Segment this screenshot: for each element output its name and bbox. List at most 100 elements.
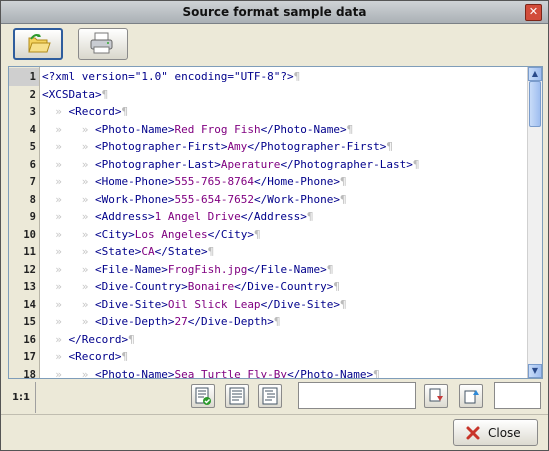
code-line: » » <Dive-Country>Bonaire</Dive-Country>…	[42, 278, 340, 296]
cursor-position: 1:1	[12, 392, 30, 403]
xml-tag: <Record>	[68, 350, 122, 363]
scrollbar-thumb[interactable]	[529, 81, 541, 127]
toolbar	[1, 24, 548, 64]
code-line: <?xml version="1.0" encoding="UTF-8"?>¶	[42, 68, 300, 86]
vertical-scrollbar[interactable]: ▲ ▼	[527, 67, 542, 378]
xml-tag: </File-Name>	[247, 262, 327, 276]
scroll-up-icon[interactable]: ▲	[528, 67, 542, 81]
code-line: » » <Dive-Site>Oil Slick Leap</Dive-Site…	[42, 296, 347, 314]
whitespace-marker: » »	[42, 210, 95, 223]
pilcrow-mark: ¶	[340, 297, 347, 311]
line-number: 18	[23, 368, 36, 379]
pilcrow-mark: ¶	[333, 280, 341, 293]
whitespace-marker: » »	[42, 367, 95, 379]
close-button[interactable]: Close	[453, 419, 538, 446]
scroll-down-icon[interactable]: ▼	[528, 364, 542, 378]
xml-tag: </Work-Phone>	[253, 192, 341, 206]
xml-value: 555-654-7652	[174, 192, 254, 206]
code-line: » » <Photographer-First>Amy</Photographe…	[42, 138, 393, 156]
whitespace-marker: »	[42, 105, 69, 118]
code-line: » » <Photo-Name>Sea Turtle Fly-By</Photo…	[42, 366, 380, 379]
xml-tag: </Dive-Country>	[234, 280, 334, 293]
code-line: » » <State>CA</State>¶	[42, 243, 214, 261]
pilcrow-mark: ¶	[346, 122, 354, 136]
close-icon[interactable]: ✕	[525, 4, 542, 21]
whitespace-marker: » »	[42, 192, 95, 206]
line-number: 17	[23, 351, 36, 363]
xml-tag: <XCSData>	[42, 87, 102, 101]
code-line: <XCSData>¶	[42, 86, 108, 104]
whitespace-marker: » »	[42, 227, 95, 241]
dialog-footer: Close	[1, 414, 548, 451]
xml-tag: </Dive-Site>	[260, 297, 341, 311]
printer-icon	[90, 32, 113, 54]
status-bar: 1:1	[1, 380, 548, 414]
line-number-input[interactable]	[494, 382, 541, 409]
open-file-button[interactable]	[13, 28, 63, 60]
whitespace-marker: » »	[42, 262, 95, 276]
xml-tag: <Dive-Depth>	[94, 315, 175, 328]
pilcrow-mark: ¶	[101, 87, 109, 101]
code-line: » » <Work-Phone>555-654-7652</Work-Phone…	[42, 191, 346, 209]
xml-tag: </Record>	[68, 332, 129, 346]
dialog-title: Source format sample data	[182, 5, 367, 19]
search-input[interactable]	[298, 382, 416, 409]
line-number: 10	[23, 228, 36, 241]
title-bar: Source format sample data ✕	[1, 1, 548, 24]
xml-value: 27	[174, 315, 188, 328]
xml-tag: <Photographer-First>	[94, 140, 228, 153]
print-button[interactable]	[78, 28, 128, 60]
whitespace-marker: » »	[42, 280, 95, 293]
xml-tag: <Dive-Country>	[94, 280, 188, 293]
pilcrow-mark: ¶	[293, 70, 301, 83]
xml-tag: <Photographer-Last>	[94, 157, 221, 171]
format-text-button[interactable]	[225, 384, 249, 408]
line-number: 4	[29, 123, 36, 136]
xml-tag: <State>	[94, 245, 142, 258]
whitespace-marker: » »	[42, 140, 95, 153]
indent-format-button[interactable]	[258, 384, 282, 408]
line-number: 5	[29, 141, 36, 153]
xml-tag: </Photo-Name>	[260, 122, 347, 136]
code-line: » » <Home-Phone>555-765-8764</Home-Phone…	[42, 173, 346, 191]
xml-tag: </Photographer-First>	[247, 140, 387, 153]
whitespace-marker: »	[42, 350, 69, 363]
line-number: 8	[29, 193, 36, 206]
validate-button[interactable]	[191, 384, 215, 408]
code-line: » </Record>¶	[42, 331, 135, 349]
line-number: 13	[23, 281, 36, 293]
xml-value: Red Frog Fish	[174, 122, 261, 136]
pilcrow-mark: ¶	[412, 157, 420, 171]
find-previous-button[interactable]	[459, 384, 483, 408]
code-area[interactable]: <?xml version="1.0" encoding="UTF-8"?>¶ <…	[42, 67, 527, 378]
xml-tag: <Address>	[94, 210, 155, 223]
xml-source-editor[interactable]: 1 2 3 4 5 6 7 8 9 10 11 12 13 14 15 16 17 18 <?xml versio…	[8, 66, 543, 379]
close-button-label: Close	[488, 426, 521, 440]
find-next-button[interactable]	[424, 384, 448, 408]
xml-tag: <?xml version="1.0" encoding="UTF-8"?>	[42, 70, 294, 83]
pilcrow-mark: ¶	[386, 140, 394, 153]
find-down-icon	[429, 388, 443, 402]
line-number: 16	[23, 333, 36, 346]
close-x-icon	[466, 426, 480, 440]
xml-tag: </City>	[207, 227, 254, 241]
xml-tag: <File-Name>	[94, 262, 168, 276]
code-line: » » <Photo-Name>Red Frog Fish</Photo-Nam…	[42, 121, 353, 139]
xml-value: 1 Angel Drive	[154, 210, 241, 223]
folder-open-icon	[28, 34, 51, 53]
pilcrow-mark: ¶	[326, 262, 334, 276]
whitespace-marker: » »	[42, 245, 95, 258]
line-number: 15	[23, 316, 36, 328]
line-number: 7	[29, 176, 36, 188]
xml-tag: <Home-Phone>	[94, 175, 175, 188]
pilcrow-mark: ¶	[207, 245, 215, 258]
xml-value: CA	[141, 245, 155, 258]
code-line: » » <Photographer-Last>Aperature</Photog…	[42, 156, 420, 174]
code-line: » <Record>¶	[42, 348, 128, 366]
xml-value: Amy	[227, 140, 248, 153]
whitespace-marker: » »	[42, 297, 95, 311]
xml-tag: </Address>	[240, 210, 307, 223]
pilcrow-mark: ¶	[121, 105, 129, 118]
whitespace-marker: » »	[42, 175, 95, 188]
xml-tag: <Photo-Name>	[94, 122, 175, 136]
